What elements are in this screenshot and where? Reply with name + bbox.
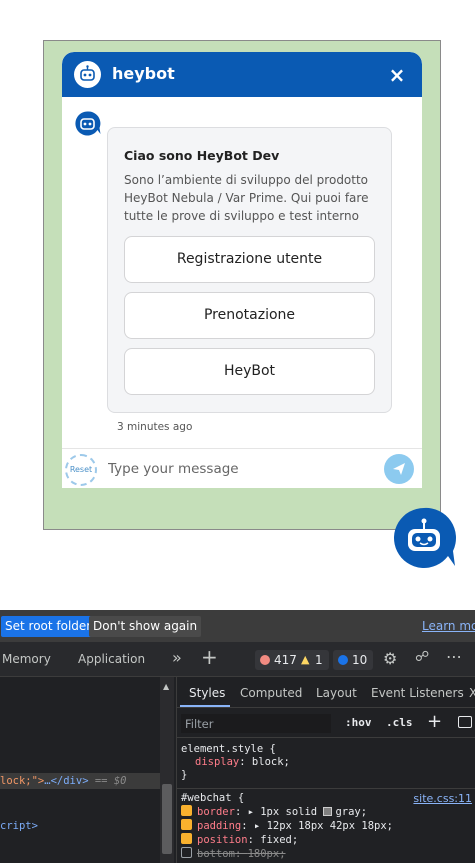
css-declaration-padding[interactable]: padding: ▸ 12px 18px 42px 18px; [181,819,472,833]
warning-icon: ▲ [301,653,310,666]
elements-tree: lock;">…</div> == $0 cript> [0,677,160,863]
selected-node-line[interactable]: lock;">…</div> == $0 [0,773,160,789]
message-timestamp: 3 minutes ago [117,421,193,433]
color-swatch[interactable] [323,807,333,816]
choice-button-heybot[interactable]: HeyBot [124,348,375,395]
tab-styles[interactable]: Styles [189,686,225,700]
tab-layout[interactable]: Layout [316,686,357,700]
property-checkbox[interactable] [181,805,192,816]
rule-close: } [181,769,188,781]
property-checkbox[interactable] [181,833,192,844]
css-declaration[interactable]: display: block; [181,756,472,769]
property-checkbox[interactable] [181,819,192,830]
close-icon[interactable]: X [469,686,475,700]
dont-show-again-button[interactable]: Don't show again [89,616,202,637]
messages-badge[interactable]: 10 [333,650,373,670]
css-declaration-position[interactable]: position: fixed; [181,833,472,847]
tab-event-listeners[interactable]: Event Listeners [371,686,464,700]
element-style-rule: element.style { display: block; } [177,741,475,789]
styles-tabbar: Styles Computed Layout Event Listeners X [177,677,475,708]
rule-selector: element.style { [181,743,276,755]
css-declaration-border[interactable]: border: ▸ 1px solid gray; [181,805,472,819]
webchat-style-rule: #webchat { site.css:11 border: ▸ 1px sol… [177,790,475,863]
more-options-icon[interactable]: ⋯ [446,647,463,666]
tab-memory[interactable]: Memory [2,652,51,666]
chat-header: heybot × [62,52,422,97]
chat-input-bar: Reset [62,448,422,488]
warnings-count: 1 [315,653,323,667]
elements-scrollbar[interactable]: ▲ [160,677,174,863]
message-icon [338,655,348,665]
messages-count: 10 [352,653,368,667]
bot-launcher-icon [394,507,456,568]
send-button[interactable] [384,454,414,484]
reset-button[interactable]: Reset [65,454,97,486]
choice-button-registrazione[interactable]: Registrazione utente [124,236,375,283]
message-body: Sono l’ambiente di sviluppo del prodotto… [124,173,369,223]
devtools-panel: Set root folder Don't show again Learn m… [0,610,475,863]
customize-icon[interactable]: ☍ [415,649,429,665]
new-style-rule-icon[interactable]: + [427,711,442,732]
bot-message-card: Ciao sono HeyBot Dev Sono l’ambiente di … [107,127,392,413]
chat-title: heybot [112,64,175,83]
bot-avatar-icon [74,61,101,88]
hov-toggle[interactable]: :hov [345,716,372,729]
styles-pane: Styles Computed Layout Event Listeners X… [176,677,475,863]
message-title: Ciao sono HeyBot Dev [124,148,280,163]
add-tab-icon[interactable]: + [201,645,218,669]
active-tab-indicator [180,705,230,707]
scroll-up-icon[interactable]: ▲ [163,682,169,691]
chatbot-launcher-button[interactable] [391,505,457,571]
toggle-sidebar-icon[interactable] [458,716,472,728]
cls-toggle[interactable]: .cls [386,716,413,729]
styles-filter-input[interactable] [181,714,331,733]
learn-more-link[interactable]: Learn more [418,616,475,637]
gear-icon[interactable]: ⚙ [383,649,397,668]
send-icon [393,463,405,475]
bot-message-avatar-icon [74,110,101,137]
devtools-tabbar: Memory Application » + 417 ▲ 1 10 ⚙ ☍ ⋯ [0,642,475,677]
scrollbar-thumb[interactable] [162,784,172,854]
message-input[interactable] [108,459,368,479]
styles-filter-row: :hov .cls + [177,708,475,738]
css-declaration-bottom[interactable]: bottom: 180px; [181,847,472,861]
script-node-line[interactable]: cript> [0,820,38,832]
errors-count: 417 [274,653,297,667]
chat-window: heybot × Ciao sono HeyBot Dev Sono l’amb… [62,52,422,488]
set-root-folder-button[interactable]: Set root folder [1,616,96,637]
tab-application[interactable]: Application [78,652,145,666]
error-icon [260,655,270,665]
devtools-infobar: Set root folder Don't show again Learn m… [0,610,475,642]
errors-warnings-badge[interactable]: 417 ▲ 1 [255,650,329,670]
property-checkbox[interactable] [181,847,192,858]
stylesheet-source-link[interactable]: site.css:11 [413,792,472,805]
tab-computed[interactable]: Computed [240,686,302,700]
choice-button-prenotazione[interactable]: Prenotazione [124,292,375,339]
more-tabs-icon[interactable]: » [172,648,182,667]
close-chat-button[interactable]: × [384,62,410,88]
